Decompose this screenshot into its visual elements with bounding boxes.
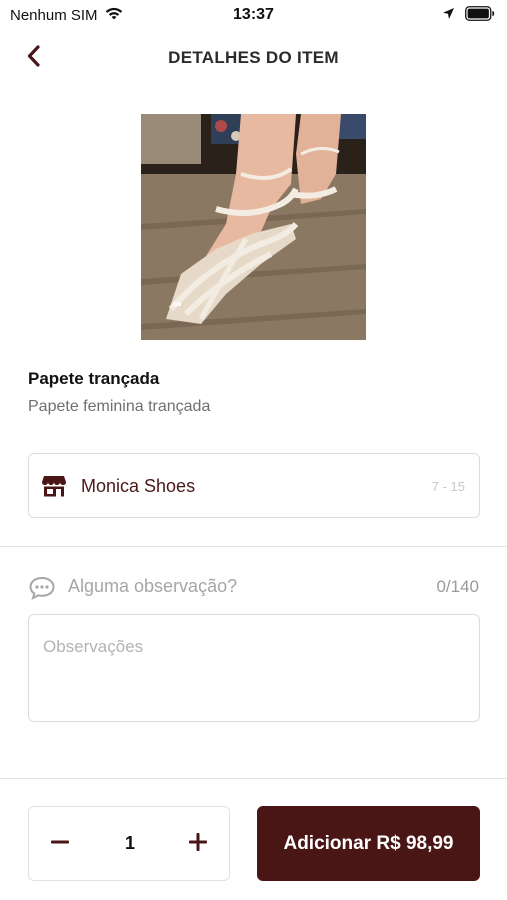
divider [0,778,507,779]
item-name: Papete trançada [28,369,160,388]
store-delivery-range: 7 - 15 [431,479,465,494]
status-bar: Nenhum SIM 13:37 [0,0,507,32]
store-icon [41,473,67,499]
observation-label: Alguma observação? [68,576,238,596]
item-description: Papete feminina trançada [28,398,211,415]
divider [0,546,507,547]
status-time: 13:37 [233,6,274,23]
page-title: DETALHES DO ITEM [168,48,339,67]
quantity-stepper: 1 [28,806,230,881]
plus-icon [188,832,208,857]
product-image [141,114,366,340]
header: DETALHES DO ITEM [0,36,507,80]
store-card[interactable]: Monica Shoes 7 - 15 [28,453,480,518]
chat-bubble-icon [28,575,56,601]
status-right [442,6,495,26]
battery-icon [465,6,495,26]
location-arrow-icon [442,7,455,25]
increase-quantity-button[interactable] [181,827,215,861]
observation-counter: 0/140 [436,577,479,596]
store-name: Monica Shoes [81,476,196,496]
add-to-cart-button[interactable]: Adicionar R$ 98,99 [257,806,480,881]
observation-input[interactable] [28,614,480,722]
